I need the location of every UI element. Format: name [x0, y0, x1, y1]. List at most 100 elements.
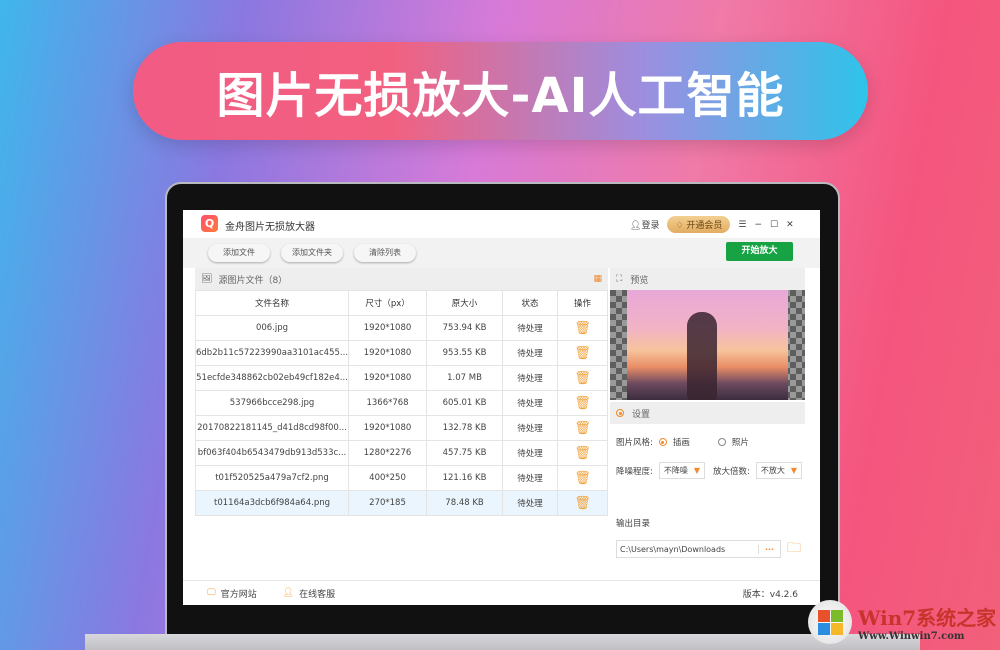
- delete-icon[interactable]: 🗑︎: [574, 396, 591, 411]
- cell-name: 51ecfde348862cb02eb49cf182e4...: [196, 366, 349, 391]
- cell-action: 🗑︎: [558, 366, 608, 391]
- browse-button[interactable]: ···: [758, 545, 780, 554]
- cell-status: 待处理: [503, 441, 558, 466]
- preview-title: 预览: [630, 273, 648, 286]
- delete-icon[interactable]: 🗑︎: [574, 346, 591, 361]
- version-label: 版本：v4.2.6: [743, 587, 798, 600]
- style-option-photo[interactable]: 照片: [732, 436, 749, 448]
- right-panel: ⛶预览 设置 图片风格: 插画 照片 降噪程度: 不降噪▼ 放大倍数: 不放大▼…: [610, 268, 805, 561]
- delete-icon[interactable]: 🗑︎: [574, 446, 591, 461]
- table-row[interactable]: 537966bcce298.jpg1366*768605.01 KB待处理🗑︎: [196, 391, 608, 416]
- denoise-select[interactable]: 不降噪 ▼: [659, 462, 705, 479]
- view-toggle-icon[interactable]: ▦: [593, 274, 602, 284]
- cell-orig: 1.07 MB: [427, 366, 503, 391]
- minimize-button[interactable]: −: [755, 220, 763, 230]
- caret-down-icon: ▼: [791, 466, 797, 475]
- vip-button[interactable]: ♢ 开通会员: [667, 216, 730, 233]
- settings-header: 设置: [610, 402, 805, 424]
- support-link[interactable]: 在线客服: [299, 587, 335, 600]
- scale-value: 不放大: [761, 465, 785, 476]
- denoise-value: 不降噪: [664, 465, 688, 476]
- cell-orig: 753.94 KB: [427, 316, 503, 341]
- delete-icon[interactable]: 🗑︎: [574, 321, 591, 336]
- output-label: 输出目录: [610, 517, 805, 529]
- delete-icon[interactable]: 🗑︎: [574, 421, 591, 436]
- footer: 🖵 官方网站 👤︎ 在线客服 版本：v4.2.6: [183, 580, 820, 605]
- settings-title: 设置: [632, 407, 650, 420]
- support-icon: 👤︎: [283, 588, 294, 598]
- cell-name: 537966bcce298.jpg: [196, 391, 349, 416]
- col-size: 尺寸（px）: [349, 291, 427, 316]
- table-row[interactable]: 51ecfde348862cb02eb49cf182e4...1920*1080…: [196, 366, 608, 391]
- cell-size: 1366*768: [349, 391, 427, 416]
- cell-size: 1920*1080: [349, 416, 427, 441]
- col-name: 文件名称: [196, 291, 349, 316]
- close-button[interactable]: ✕: [786, 220, 794, 230]
- menu-button[interactable]: ☰: [738, 220, 746, 230]
- banner: 图片无损放大-AI人工智能: [133, 42, 868, 140]
- cell-orig: 132.78 KB: [427, 416, 503, 441]
- col-status: 状态: [503, 291, 558, 316]
- cell-size: 270*185: [349, 491, 427, 516]
- watermark-url: Www.Winwin7.com: [858, 631, 996, 642]
- cell-name: bf063f404b6543479db913d533c...: [196, 441, 349, 466]
- website-link[interactable]: 官方网站: [221, 587, 257, 600]
- user-icon: 👤︎: [630, 221, 641, 231]
- table-row[interactable]: t01f520525a479a7cf2.png400*250121.16 KB待…: [196, 466, 608, 491]
- delete-icon[interactable]: 🗑︎: [574, 371, 591, 386]
- table-row[interactable]: 006.jpg1920*1080753.94 KB待处理🗑︎: [196, 316, 608, 341]
- cell-action: 🗑︎: [558, 416, 608, 441]
- login-label: 登录: [641, 221, 659, 231]
- style-radio-photo[interactable]: [718, 438, 726, 446]
- cell-size: 1280*2276: [349, 441, 427, 466]
- vip-label: 开通会员: [686, 221, 722, 231]
- table-row[interactable]: t01164a3dcb6f984a64.png270*18578.48 KB待处…: [196, 491, 608, 516]
- watermark: Win7系统之家 Www.Winwin7.com: [808, 600, 996, 644]
- cell-action: 🗑︎: [558, 491, 608, 516]
- app-window: Q 金舟图片无损放大器 👤︎登录 ♢ 开通会员 ☰ − ☐ ✕ 添加文件 添加文…: [183, 210, 820, 605]
- maximize-button[interactable]: ☐: [770, 220, 778, 230]
- scale-select[interactable]: 不放大 ▼: [756, 462, 802, 479]
- clear-list-button[interactable]: 清除列表: [354, 244, 416, 262]
- output-path: C:\Users\mayn\Downloads: [617, 545, 758, 554]
- cell-action: 🗑︎: [558, 341, 608, 366]
- cell-name: 20170822181145_d41d8cd98f00...: [196, 416, 349, 441]
- cell-action: 🗑︎: [558, 391, 608, 416]
- add-folder-button[interactable]: 添加文件夹: [281, 244, 343, 262]
- monitor-icon: 🖵: [207, 588, 216, 598]
- start-button[interactable]: 开始放大: [726, 242, 793, 261]
- cell-name: 6db2b11c57223990aa3101ac455...: [196, 341, 349, 366]
- cell-size: 400*250: [349, 466, 427, 491]
- denoise-label: 降噪程度:: [616, 465, 653, 477]
- caret-down-icon: ▼: [694, 466, 700, 475]
- col-action: 操作: [558, 291, 608, 316]
- cell-size: 1920*1080: [349, 341, 427, 366]
- cell-size: 1920*1080: [349, 366, 427, 391]
- delete-icon[interactable]: 🗑︎: [574, 471, 591, 486]
- cell-orig: 605.01 KB: [427, 391, 503, 416]
- toolbar: 添加文件 添加文件夹 清除列表 开始放大: [183, 238, 820, 268]
- cell-size: 1920*1080: [349, 316, 427, 341]
- table-row[interactable]: bf063f404b6543479db913d533c...1280*22764…: [196, 441, 608, 466]
- style-option-illustration[interactable]: 插画: [673, 436, 690, 448]
- cell-status: 待处理: [503, 366, 558, 391]
- cell-action: 🗑︎: [558, 316, 608, 341]
- table-row[interactable]: 20170822181145_d41d8cd98f00...1920*10801…: [196, 416, 608, 441]
- login-button[interactable]: 👤︎登录: [630, 218, 659, 231]
- cell-status: 待处理: [503, 466, 558, 491]
- preview-image: [610, 290, 805, 400]
- cell-status: 待处理: [503, 416, 558, 441]
- cell-name: t01164a3dcb6f984a64.png: [196, 491, 349, 516]
- add-file-button[interactable]: 添加文件: [208, 244, 270, 262]
- image-icon: 🖼︎: [201, 274, 212, 284]
- title-bar: Q 金舟图片无损放大器 👤︎登录 ♢ 开通会员 ☰ − ☐ ✕: [183, 210, 820, 238]
- delete-icon[interactable]: 🗑︎: [574, 496, 591, 511]
- laptop-base: [85, 634, 920, 650]
- cell-action: 🗑︎: [558, 466, 608, 491]
- folder-icon[interactable]: 🗀: [787, 537, 801, 561]
- table-row[interactable]: 6db2b11c57223990aa3101ac455...1920*10809…: [196, 341, 608, 366]
- list-header: 🖼︎ 源图片文件（8） ▦: [195, 268, 608, 290]
- style-radio-illustration[interactable]: [659, 438, 667, 446]
- output-path-field[interactable]: C:\Users\mayn\Downloads ···: [616, 540, 781, 558]
- cell-orig: 78.48 KB: [427, 491, 503, 516]
